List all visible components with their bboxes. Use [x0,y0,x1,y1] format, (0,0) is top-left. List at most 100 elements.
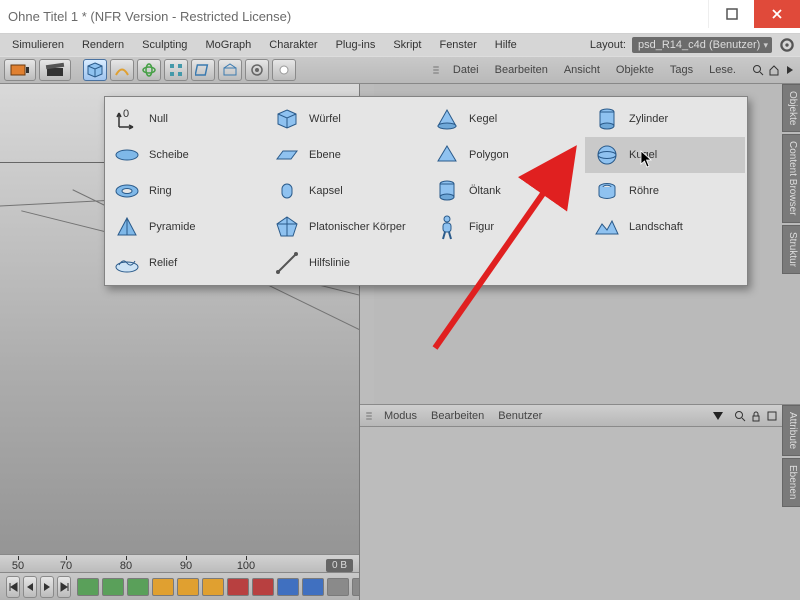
primitive-item-null[interactable]: 0Null [105,101,265,137]
objmenu-objekte[interactable]: Objekte [610,62,660,78]
objmenu-datei[interactable]: Datei [447,62,485,78]
material-chip[interactable] [302,578,324,596]
primitive-item-sphere[interactable]: Kugel [585,137,745,173]
new-tab-icon[interactable] [766,410,778,422]
home-icon[interactable] [768,64,780,76]
figure-icon [433,213,461,241]
primitive-label: Pyramide [149,221,195,233]
close-button[interactable] [754,0,800,28]
svg-text:0: 0 [123,108,129,120]
step-back-icon[interactable] [23,576,37,598]
panel-grip-icon[interactable] [433,66,443,74]
objmenu-bearbeiten[interactable]: Bearbeiten [489,62,554,78]
oiltank-icon [433,177,461,205]
primitive-item-platonic[interactable]: Platonischer Körper [265,209,425,245]
tool-scene-icon[interactable] [218,59,242,81]
tool-deformer-icon[interactable] [191,59,215,81]
primitive-label: Hilfslinie [309,257,350,269]
primitive-label: Kegel [469,113,497,125]
primitive-item-landscape[interactable]: Landschaft [585,209,745,245]
pyramid-icon [113,213,141,241]
objmenu-lese[interactable]: Lese. [703,62,742,78]
objmenu-ansicht[interactable]: Ansicht [558,62,606,78]
guide-icon [273,249,301,277]
torus-icon [113,177,141,205]
search-icon[interactable] [734,410,746,422]
goto-start-icon[interactable] [6,576,20,598]
panel-grip-icon[interactable] [366,412,376,420]
material-chip[interactable] [227,578,249,596]
material-chip[interactable] [102,578,124,596]
tool-camera-icon[interactable] [245,59,269,81]
attribute-panel-header: Modus Bearbeiten Benutzer [360,405,800,427]
sphere-icon [593,141,621,169]
step-fwd-icon[interactable] [57,576,71,598]
tube-icon [593,177,621,205]
primitive-item-cone[interactable]: Kegel [425,101,585,137]
menu-skript[interactable]: Skript [385,36,429,54]
window-title: Ohne Titel 1 * (NFR Version - Restricted… [8,9,291,24]
menu-hilfe[interactable]: Hilfe [487,36,525,54]
collapse-triangle-icon[interactable] [712,411,724,421]
objmenu-tags[interactable]: Tags [664,62,699,78]
attr-menu-modus[interactable]: Modus [378,410,423,422]
material-chip[interactable] [152,578,174,596]
primitive-item-polygon[interactable]: Polygon [425,137,585,173]
layout-selector[interactable]: psd_R14_c4d (Benutzer) [632,37,772,53]
material-chip[interactable] [127,578,149,596]
primitive-item-relief[interactable]: Relief [105,245,265,281]
tool-array-icon[interactable] [164,59,188,81]
tool-nurbs-icon[interactable] [137,59,161,81]
primitive-item-cube[interactable]: Würfel [265,101,425,137]
primitive-label: Platonischer Körper [309,221,406,233]
platonic-icon [273,213,301,241]
primitive-item-capsule[interactable]: Kapsel [265,173,425,209]
tool-render-icon[interactable] [4,59,36,81]
search-icon[interactable] [752,64,764,76]
primitive-item-cylinder[interactable]: Zylinder [585,101,745,137]
sidetab-ebenen[interactable]: Ebenen [782,458,800,506]
tool-spline-icon[interactable] [110,59,134,81]
primitive-label: Polygon [469,149,509,161]
tool-cube-primitive-button[interactable] [83,59,107,81]
material-chip[interactable] [77,578,99,596]
maximize-button[interactable] [708,0,754,28]
menu-plugins[interactable]: Plug-ins [328,36,384,54]
primitive-label: Figur [469,221,494,233]
sidetab-attribute[interactable]: Attribute [782,405,800,456]
material-chip[interactable] [277,578,299,596]
menu-rendern[interactable]: Rendern [74,36,132,54]
play-icon[interactable] [40,576,54,598]
attr-menu-benutzer[interactable]: Benutzer [492,410,548,422]
material-chip[interactable] [352,578,359,596]
primitive-item-disc[interactable]: Scheibe [105,137,265,173]
tool-light-icon[interactable] [272,59,296,81]
sidetab-struktur[interactable]: Struktur [782,225,800,274]
menu-charakter[interactable]: Charakter [261,36,325,54]
primitive-item-figure[interactable]: Figur [425,209,585,245]
material-chip[interactable] [252,578,274,596]
menu-mograph[interactable]: MoGraph [197,36,259,54]
material-chip[interactable] [202,578,224,596]
tool-clapper-icon[interactable] [39,59,71,81]
cone-icon [433,105,461,133]
gear-icon[interactable] [778,36,796,54]
primitive-item-pyramid[interactable]: Pyramide [105,209,265,245]
primitive-item-guide[interactable]: Hilfslinie [265,245,425,281]
sidetab-content[interactable]: Content Browser [782,134,800,222]
primitive-item-plane[interactable]: Ebene [265,137,425,173]
lock-icon[interactable] [750,410,762,422]
sidetab-objekte[interactable]: Objekte [782,84,800,132]
primitive-label: Ring [149,185,172,197]
menu-simulieren[interactable]: Simulieren [4,36,72,54]
primitive-item-oiltank[interactable]: Öltank [425,173,585,209]
attr-menu-bearbeiten[interactable]: Bearbeiten [425,410,490,422]
arrow-right-icon[interactable] [784,64,796,76]
timeline-ruler[interactable]: 50 70 80 90 100 [0,554,359,572]
menu-fenster[interactable]: Fenster [431,36,484,54]
material-chip[interactable] [327,578,349,596]
primitive-item-torus[interactable]: Ring [105,173,265,209]
material-chip[interactable] [177,578,199,596]
primitive-item-tube[interactable]: Röhre [585,173,745,209]
menu-sculpting[interactable]: Sculpting [134,36,195,54]
